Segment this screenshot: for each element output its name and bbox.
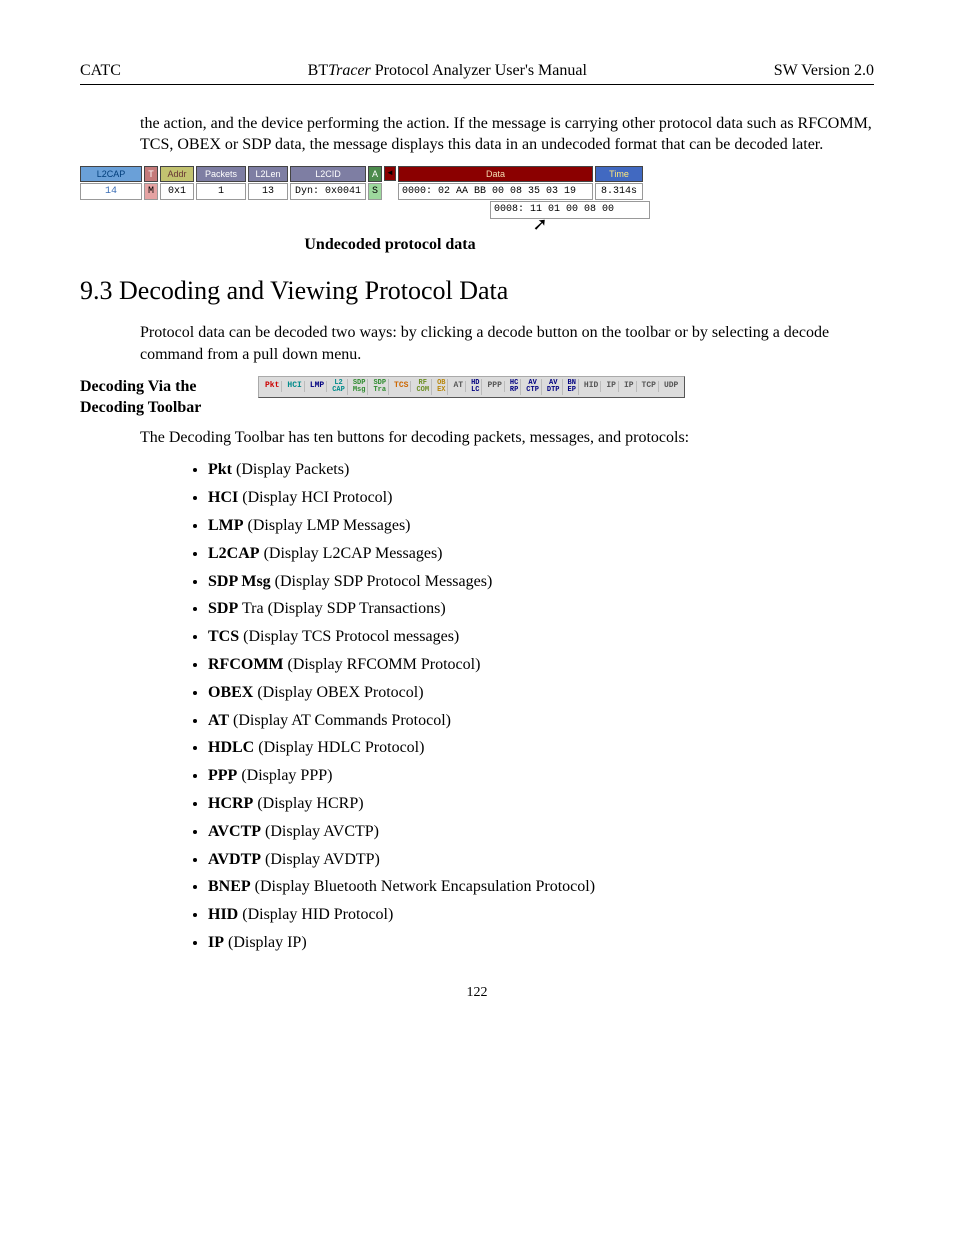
toolbar-btn-sdptra[interactable]: SDPTra xyxy=(371,379,389,395)
toolbar-btn-hid[interactable]: HID xyxy=(582,381,601,392)
toolbar-btn-sdpmsg[interactable]: SDPMsg xyxy=(351,379,369,395)
toolbar-btn-ppp[interactable]: PPP xyxy=(485,381,504,392)
col-t-value: M xyxy=(144,183,158,201)
list-item: AVDTP (Display AVDTP) xyxy=(208,848,874,873)
toolbar-btn-hdlc[interactable]: HDLC xyxy=(469,379,482,395)
col-time-header: Time xyxy=(595,166,643,182)
decoding-list: Pkt (Display Packets) HCI (Display HCI P… xyxy=(180,458,874,955)
col-l2len-header: L2Len xyxy=(248,166,288,182)
list-item: Pkt (Display Packets) xyxy=(208,458,874,483)
page-number: 122 xyxy=(80,984,874,1003)
page-header: CATC BTTracer Protocol Analyzer User's M… xyxy=(80,60,874,85)
col-data-header: Data xyxy=(398,166,593,182)
col-addr-header: Addr xyxy=(160,166,194,182)
col-a-value: S xyxy=(368,183,382,201)
list-item: HCI (Display HCI Protocol) xyxy=(208,486,874,511)
section-heading: 9.3 Decoding and Viewing Protocol Data xyxy=(80,273,874,308)
toolbar-btn-hci[interactable]: HCI xyxy=(285,381,304,392)
col-l2cap-header: L2CAP xyxy=(80,166,142,182)
toolbar-btn-rfcom[interactable]: RFCOM xyxy=(414,379,432,395)
col-l2cid-header: L2CID xyxy=(290,166,366,182)
toolbar-btn-ip2[interactable]: IP xyxy=(622,381,637,392)
toolbar-btn-pkt[interactable]: Pkt xyxy=(263,381,282,392)
col-arrow-header: ◄ xyxy=(384,166,396,181)
col-l2cap-value: 14 xyxy=(80,183,142,201)
list-item: L2CAP (Display L2CAP Messages) xyxy=(208,542,874,567)
col-packets-header: Packets xyxy=(196,166,246,182)
list-item: AVCTP (Display AVCTP) xyxy=(208,820,874,845)
header-left: CATC xyxy=(80,60,121,82)
section-intro-paragraph: Protocol data can be decoded two ways: b… xyxy=(140,322,874,365)
list-item: PPP (Display PPP) xyxy=(208,764,874,789)
list-item: AT (Display AT Commands Protocol) xyxy=(208,709,874,734)
list-item: TCS (Display TCS Protocol messages) xyxy=(208,625,874,650)
decoding-toolbar: Pkt HCI LMP L2CAP SDPMsg SDPTra TCS RFCO… xyxy=(258,376,685,398)
toolbar-btn-avdtp[interactable]: AVDTP xyxy=(545,379,563,395)
toolbar-btn-hcrp[interactable]: HCRP xyxy=(508,379,521,395)
header-right: SW Version 2.0 xyxy=(774,60,874,82)
toolbar-btn-bnep[interactable]: BNEP xyxy=(566,379,579,395)
col-t-header: T xyxy=(144,166,158,182)
col-packets-value: 1 xyxy=(196,183,246,201)
list-item: HID (Display HID Protocol) xyxy=(208,903,874,928)
list-item: SDP Tra (Display SDP Transactions) xyxy=(208,597,874,622)
list-item: HCRP (Display HCRP) xyxy=(208,792,874,817)
toolbar-btn-tcs[interactable]: TCS xyxy=(392,381,411,392)
list-item: RFCOMM (Display RFCOMM Protocol) xyxy=(208,653,874,678)
figure-caption: Undecoded protocol data xyxy=(80,234,700,256)
col-time-value: 8.314s xyxy=(595,183,643,201)
toolbar-btn-l2cap[interactable]: L2CAP xyxy=(330,379,348,395)
list-item: OBEX (Display OBEX Protocol) xyxy=(208,681,874,706)
toolbar-btn-udp[interactable]: UDP xyxy=(662,381,680,392)
packet-figure: L2CAP 14 T M Addr 0x1 Packets 1 L2Len 13… xyxy=(80,166,700,256)
toolbar-paragraph: The Decoding Toolbar has ten buttons for… xyxy=(140,427,874,449)
list-item: HDLC (Display HDLC Protocol) xyxy=(208,736,874,761)
toolbar-btn-tcp[interactable]: TCP xyxy=(640,381,659,392)
list-item: LMP (Display LMP Messages) xyxy=(208,514,874,539)
intro-paragraph: the action, and the device performing th… xyxy=(140,113,874,156)
col-data-value2: 0008: 11 01 00 08 00 xyxy=(490,201,650,219)
col-a-header: A xyxy=(368,166,382,182)
toolbar-btn-obex[interactable]: OBEX xyxy=(435,379,448,395)
sidebar-label: Decoding Via the Decoding Toolbar xyxy=(80,376,240,419)
col-l2cid-value: Dyn: 0x0041 xyxy=(290,183,366,201)
header-center: BTTracer Protocol Analyzer User's Manual xyxy=(121,60,774,82)
toolbar-btn-avctp[interactable]: AVCTP xyxy=(524,379,542,395)
col-l2len-value: 13 xyxy=(248,183,288,201)
toolbar-btn-lmp[interactable]: LMP xyxy=(308,381,327,392)
toolbar-btn-ip[interactable]: IP xyxy=(604,381,619,392)
list-item: IP (Display IP) xyxy=(208,931,874,956)
list-item: SDP Msg (Display SDP Protocol Messages) xyxy=(208,570,874,595)
arrow-icon: ➚ xyxy=(380,219,700,230)
col-data-value1: 0000: 02 AA BB 00 08 35 03 19 xyxy=(398,183,593,201)
list-item: BNEP (Display Bluetooth Network Encapsul… xyxy=(208,875,874,900)
col-addr-value: 0x1 xyxy=(160,183,194,201)
toolbar-btn-at[interactable]: AT xyxy=(451,381,466,392)
